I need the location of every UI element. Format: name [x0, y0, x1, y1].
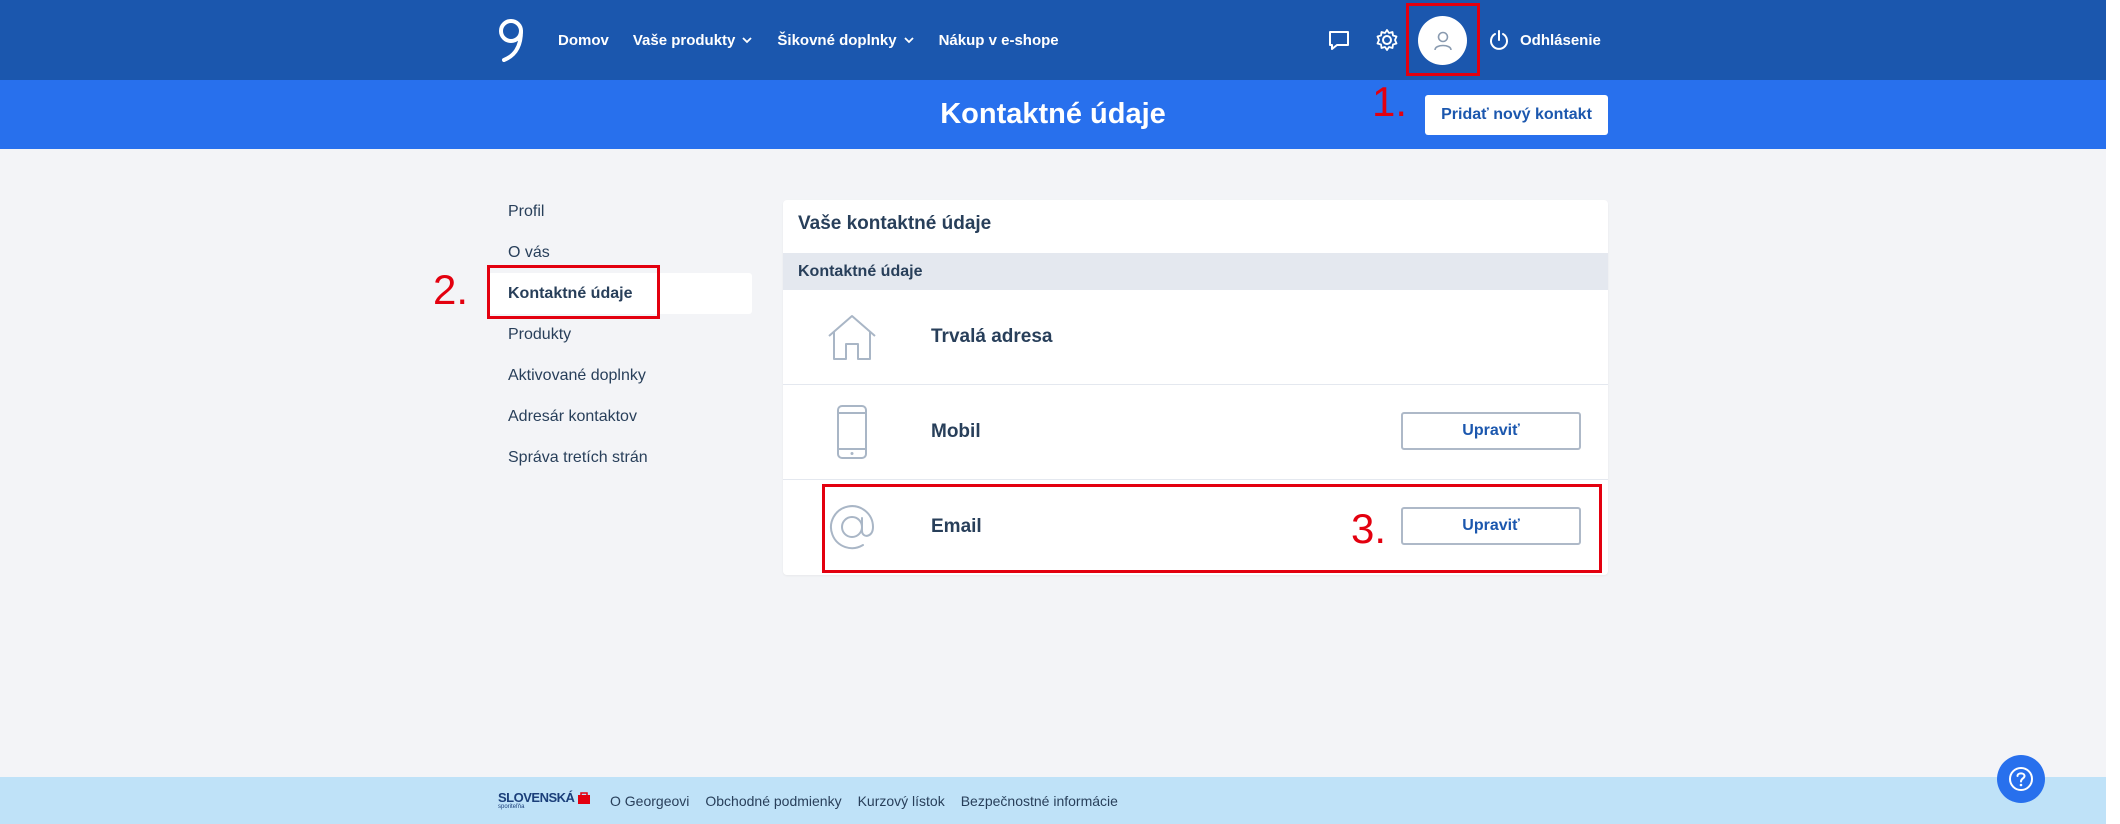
- annotation-label-1: 1.: [1372, 78, 1408, 125]
- logo-icon[interactable]: [496, 18, 526, 62]
- bank-logo-icon: [578, 792, 591, 804]
- power-icon: [1490, 30, 1508, 50]
- house-icon: [828, 315, 876, 360]
- footer-links: O Georgeovi Obchodné podmienky Kurzový l…: [610, 777, 1134, 824]
- sidebar-item-activated-addons[interactable]: Aktivované doplnky: [488, 355, 752, 396]
- sidebar: Profil O vás Kontaktné údaje Produkty Ak…: [488, 191, 752, 478]
- contact-row-label: Mobil: [931, 421, 981, 442]
- annotation-label-2: 2.: [433, 266, 469, 313]
- contact-row-mobile: Mobil Upraviť: [783, 385, 1608, 480]
- annotation-box-1: [1406, 3, 1480, 76]
- annotation-box-3: [822, 484, 1602, 573]
- footer-link-about-george[interactable]: O Georgeovi: [610, 793, 689, 809]
- annotation-box-2: [487, 265, 660, 319]
- nav-link-products[interactable]: Vaše produkty: [633, 32, 754, 49]
- contact-row-address[interactable]: Trvalá adresa: [783, 290, 1608, 385]
- footer-link-exchange-rates[interactable]: Kurzový lístok: [858, 793, 945, 809]
- contact-row-label: Trvalá adresa: [931, 326, 1053, 347]
- phone-icon: [837, 405, 867, 459]
- help-button[interactable]: [1997, 755, 2045, 803]
- footer-link-terms[interactable]: Obchodné podmienky: [705, 793, 841, 809]
- footer-link-security-info[interactable]: Bezpečnostné informácie: [961, 793, 1118, 809]
- card-title: Vaše kontaktné údaje: [798, 213, 992, 234]
- window-edge: [2106, 0, 2120, 824]
- gear-icon[interactable]: [1374, 27, 1400, 53]
- annotation-label-3: 3.: [1351, 505, 1387, 552]
- section-header: Kontaktné údaje: [783, 253, 1608, 290]
- sidebar-item-address-book[interactable]: Adresár kontaktov: [488, 396, 752, 437]
- bank-logo[interactable]: SLOVENSKÁ sporiteľňa: [498, 791, 591, 810]
- add-contact-button[interactable]: Pridať nový kontakt: [1425, 95, 1608, 135]
- chevron-down-icon: [742, 37, 753, 44]
- bank-logo-text: SLOVENSKÁ: [498, 790, 575, 805]
- sidebar-item-third-parties[interactable]: Správa tretích strán: [488, 437, 752, 478]
- question-mark-icon: [2009, 767, 2033, 791]
- chevron-down-icon: [903, 37, 914, 44]
- logout-button[interactable]: Odhlásenie: [1488, 26, 1601, 54]
- page-title: Kontaktné údaje: [940, 98, 1166, 130]
- top-navigation: Domov Vaše produkty Šikovné doplnky Náku…: [0, 0, 2106, 80]
- chat-icon[interactable]: [1326, 27, 1352, 53]
- nav-link-eshop[interactable]: Nákup v e-shope: [939, 32, 1059, 49]
- nav-link-addons[interactable]: Šikovné doplnky: [777, 32, 914, 49]
- edit-mobile-button[interactable]: Upraviť: [1401, 412, 1581, 450]
- footer: SLOVENSKÁ sporiteľňa O Georgeovi Obchodn…: [0, 777, 2106, 824]
- nav-link-home[interactable]: Domov: [558, 32, 609, 49]
- main-menu: Domov Vaše produkty Šikovné doplnky Náku…: [558, 0, 1083, 80]
- sidebar-item-products[interactable]: Produkty: [488, 314, 752, 355]
- sidebar-item-profile[interactable]: Profil: [488, 191, 752, 232]
